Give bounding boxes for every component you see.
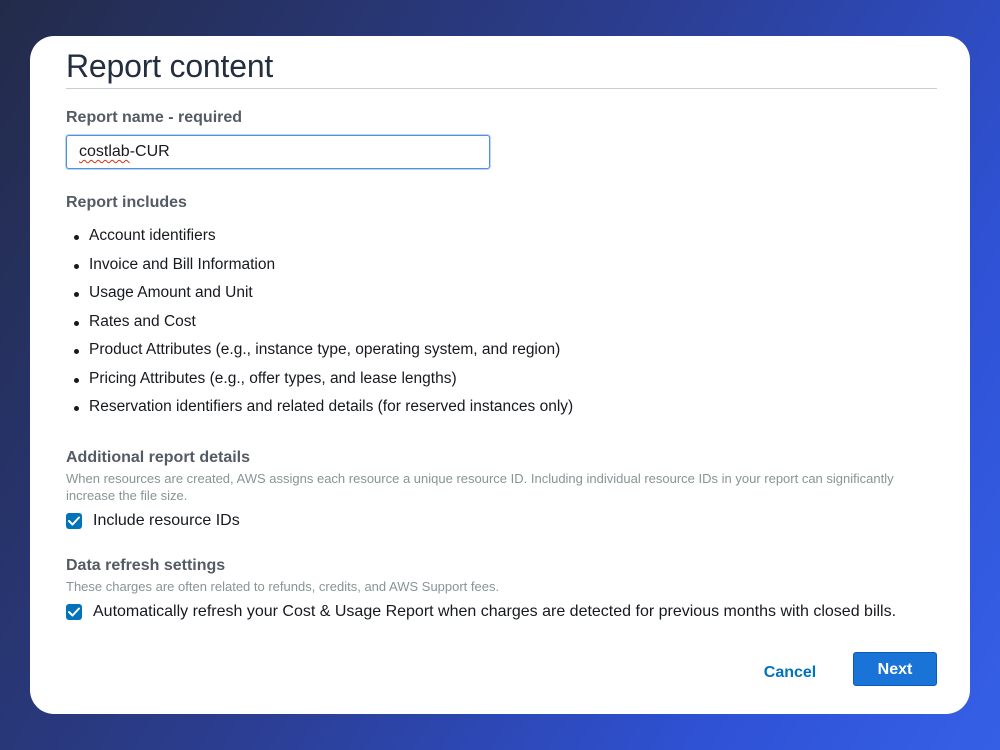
auto-refresh-checkbox[interactable] <box>66 604 82 620</box>
include-resource-ids-row[interactable]: Include resource IDs <box>66 512 240 530</box>
list-item: Reservation identifiers and related deta… <box>66 393 573 422</box>
auto-refresh-label[interactable]: Automatically refresh your Cost & Usage … <box>93 603 896 621</box>
data-refresh-description: These charges are often related to refun… <box>66 579 500 594</box>
additional-details-description: When resources are created, AWS assigns … <box>66 471 894 503</box>
page-title: Report content <box>66 48 274 84</box>
report-name-label: Report name - required <box>66 109 243 126</box>
additional-details-heading: Additional report details <box>66 449 251 466</box>
list-item: Pricing Attributes (e.g., offer types, a… <box>66 365 573 394</box>
next-button[interactable]: Next <box>853 652 937 686</box>
title-divider <box>66 88 937 89</box>
checkmark-icon <box>68 607 80 617</box>
list-item: Account identifiers <box>66 222 573 251</box>
report-name-input[interactable] <box>66 135 490 169</box>
include-resource-ids-label[interactable]: Include resource IDs <box>93 512 240 530</box>
include-resource-ids-checkbox[interactable] <box>66 513 82 529</box>
checkmark-icon <box>68 516 80 526</box>
list-item: Rates and Cost <box>66 308 573 337</box>
report-includes-heading: Report includes <box>66 194 187 211</box>
auto-refresh-row[interactable]: Automatically refresh your Cost & Usage … <box>66 603 896 621</box>
list-item: Invoice and Bill Information <box>66 251 573 280</box>
list-item: Usage Amount and Unit <box>66 279 573 308</box>
data-refresh-heading: Data refresh settings <box>66 557 226 574</box>
report-content-card: Report content Report name - required co… <box>30 36 970 714</box>
list-item: Product Attributes (e.g., instance type,… <box>66 336 573 365</box>
cancel-button[interactable]: Cancel <box>752 656 828 688</box>
report-includes-list: Account identifiers Invoice and Bill Inf… <box>66 222 573 422</box>
